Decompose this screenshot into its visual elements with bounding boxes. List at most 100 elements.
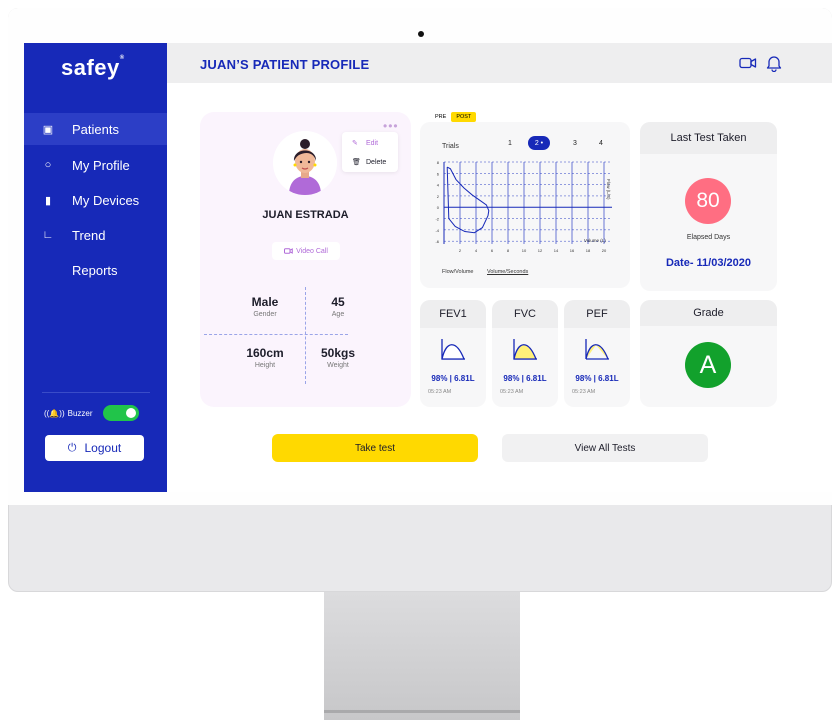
x-tick-label: 14 — [554, 248, 559, 253]
stat-weight: 50kgs Weight — [320, 346, 356, 369]
sidebar-item-label: Reports — [72, 262, 118, 278]
pre-tab[interactable]: PRE — [430, 112, 451, 122]
sidebar-item-label: Patients — [72, 121, 119, 137]
last-test-title: Last Test Taken — [640, 122, 777, 154]
x-tick-label: 16 — [570, 248, 575, 253]
bell-icon[interactable] — [764, 53, 784, 73]
video-call-button[interactable]: Video Call — [272, 242, 340, 260]
metric-value: 98% | 6.81L — [575, 374, 619, 383]
metric-title: FEV1 — [420, 300, 486, 328]
view-all-tests-button[interactable]: View All Tests — [502, 434, 708, 462]
y-tick-label: 6 — [437, 171, 440, 176]
profile-options-menu: ✎ Edit 🗑 Delete — [342, 132, 398, 172]
top-bar: JUAN’S PATIENT PROFILE — [167, 43, 832, 83]
stand-edge — [324, 710, 520, 713]
metric-time: 05:23 AM — [572, 389, 596, 395]
logout-button[interactable]: ⏻ Logout — [45, 435, 144, 461]
y-tick-label: 4 — [437, 183, 440, 188]
last-test-date: Date- 11/03/2020 — [665, 257, 751, 269]
x-tick-label: 10 — [522, 248, 527, 253]
x-tick-label: 8 — [507, 248, 510, 253]
metric-title: FVC — [492, 300, 558, 328]
patient-profile-card: ••• ✎ Edit 🗑 Delete JUAN ESTRADA Video Cal… — [200, 112, 411, 407]
logout-label: Logout — [84, 441, 122, 455]
tab-volume-seconds[interactable]: Volume/Seconds — [487, 269, 528, 275]
stat-age: 45 Age — [331, 295, 345, 318]
grade-card: Grade A — [640, 300, 777, 407]
fvc-curve-icon — [513, 339, 537, 360]
fev1-curve-icon — [441, 339, 465, 360]
app-screen: safey® ▣ Patients ○ My Profile ▮ My Devi… — [24, 43, 832, 492]
buzzer-control: ((🔔)) Buzzer — [44, 405, 139, 421]
trial-3-button[interactable]: 3 — [564, 136, 586, 150]
metric-card-fev1: FEV1 98% | 6.81L 05:23 AM — [420, 300, 486, 407]
x-axis-label: Volume (L) — [584, 238, 606, 243]
trend-icon: ∟ — [42, 229, 54, 241]
metric-value: 98% | 6.81L — [503, 374, 547, 383]
flow-volume-chart-card: Trials 1 2 • 3 4 8 6 4 2 0 -2 -4 -6 2 4 6 8 10 12 14 16… — [420, 122, 630, 288]
patients-icon: ▣ — [42, 123, 54, 136]
y-tick-label: 2 — [437, 194, 440, 199]
metric-title: PEF — [564, 300, 630, 328]
flow-volume-line — [446, 166, 490, 234]
metric-time: 05:23 AM — [500, 389, 524, 395]
post-tab[interactable]: POST — [451, 112, 477, 122]
delete-menu-item[interactable]: 🗑 Delete — [342, 154, 398, 170]
buzzer-bell-icon: ((🔔)) — [44, 408, 65, 418]
webcam-dot — [418, 31, 424, 37]
x-tick-label: 12 — [538, 248, 543, 253]
x-tick-label: 20 — [602, 248, 607, 253]
pef-curve-icon — [585, 339, 609, 360]
elapsed-days-label: Elapsed Days — [686, 234, 731, 241]
page-title: JUAN’S PATIENT PROFILE — [200, 57, 370, 72]
patient-avatar — [273, 131, 337, 195]
trash-icon: 🗑 — [352, 159, 361, 166]
metric-time: 05:23 AM — [428, 389, 452, 395]
edit-menu-item[interactable]: ✎ Edit — [342, 135, 398, 151]
take-test-button[interactable]: Take test — [272, 434, 478, 462]
y-tick-label: 0 — [437, 205, 440, 210]
more-options-icon[interactable]: ••• — [383, 119, 399, 133]
sidebar-item-reports[interactable]: Reports — [24, 254, 167, 286]
last-test-card: Last Test Taken 80 Elapsed Days Date- 11… — [640, 122, 777, 291]
metric-value: 98% | 6.81L — [431, 374, 475, 383]
metric-card-pef: PEF 98% | 6.81L 05:23 AM — [564, 300, 630, 407]
y-tick-label: -6 — [435, 239, 439, 244]
y-axis-label: Flow (L/S) — [606, 179, 611, 200]
buzzer-toggle[interactable] — [102, 405, 139, 421]
sidebar-item-label: My Profile — [72, 157, 130, 173]
pre-post-switch: PRE POST — [430, 112, 477, 122]
patient-name: JUAN ESTRADA — [262, 209, 349, 221]
metric-card-fvc: FVC 98% | 6.81L 05:23 AM — [492, 300, 558, 407]
x-tick-label: 6 — [491, 248, 494, 253]
flow-volume-chart: 86420-2-4-62 4 6 8 10 12 14 16 18 20Flow (L/S)Vol… — [435, 160, 612, 253]
trial-2-button[interactable]: 2 • — [528, 136, 550, 150]
stat-height: 160cm Height — [246, 346, 284, 369]
y-tick-label: 8 — [437, 160, 440, 165]
device-icon: ▮ — [44, 194, 52, 207]
video-call-icon — [284, 248, 293, 254]
x-tick-label: 18 — [586, 248, 591, 253]
grade-badge: A — [685, 342, 731, 388]
sidebar-item-label: Trend — [72, 227, 106, 243]
sidebar-item-my-devices[interactable]: ▮ My Devices — [24, 184, 167, 216]
sidebar-item-my-profile[interactable]: ○ My Profile — [24, 149, 167, 181]
buzzer-label: Buzzer — [67, 408, 93, 418]
y-tick-label: -2 — [435, 217, 439, 222]
power-icon: ⏻ — [67, 441, 77, 454]
edit-icon: ✎ — [352, 140, 358, 147]
video-camera-icon[interactable] — [738, 53, 758, 73]
grade-title: Grade — [640, 300, 777, 326]
sidebar: safey® ▣ Patients ○ My Profile ▮ My Devi… — [24, 43, 167, 492]
trials-label: Trials — [442, 143, 459, 150]
user-icon: ○ — [44, 159, 52, 171]
sidebar-item-trend[interactable]: ∟ Trend — [24, 219, 167, 251]
sidebar-item-label: My Devices — [72, 192, 140, 208]
tab-flow-volume[interactable]: Flow/Volume — [442, 269, 474, 275]
x-tick-label: 2 — [459, 248, 462, 253]
trial-1-button[interactable]: 1 — [499, 136, 521, 150]
sidebar-item-patients[interactable]: ▣ Patients — [24, 113, 167, 145]
app-logo[interactable]: safey® — [61, 55, 125, 81]
trial-4-button[interactable]: 4 — [590, 136, 612, 150]
x-tick-label: 4 — [475, 248, 478, 253]
